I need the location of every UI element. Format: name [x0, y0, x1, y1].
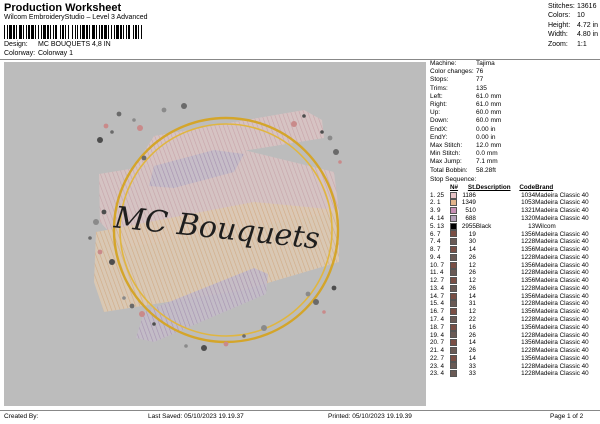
info-row: Total Bobbin: 58.28ft: [430, 166, 496, 174]
table-row: 16. 7 12 1356 Madeira Classic 40: [430, 308, 589, 316]
machine-info-panel: Machine: Tajima Color changes: 76 Stops: 77 Tr…: [430, 60, 598, 378]
last-saved: Last Saved: 05/10/2023 19.19.37: [148, 413, 244, 420]
table-row: 18. 7 16 1356 Madeira Classic 40: [430, 323, 589, 331]
color-swatch: [450, 230, 457, 238]
color-swatch: [450, 346, 457, 354]
info-row: Color changes: 76: [430, 68, 484, 76]
color-swatch: [450, 370, 457, 378]
color-swatch: [450, 246, 457, 253]
color-swatch: [450, 362, 457, 370]
info-row: Up: 60.0 mm: [430, 109, 502, 117]
color-swatch: [450, 199, 457, 207]
footer-divider: [0, 410, 600, 411]
table-row: 15. 4 31 1228 Madeira Classic 40: [430, 300, 589, 308]
table-row: 1. 25 1186 1034 Madeira Classic 40: [430, 191, 589, 199]
info-row: EndY: 0.00 in: [430, 133, 496, 141]
col-code: Code: [519, 184, 536, 192]
table-row: 17. 4 22 1228 Madeira Classic 40: [430, 315, 589, 323]
info-row: EndX: 0.00 in: [430, 125, 496, 133]
table-row: 10. 7 12 1356 Madeira Classic 40: [430, 261, 589, 269]
color-swatch: [450, 253, 457, 261]
color-swatch: [450, 238, 457, 246]
stat-width: Width: 4.80 in: [548, 31, 599, 39]
page-number: Page 1 of 2: [550, 413, 584, 420]
stat-height: Height: 4.72 in: [548, 21, 599, 29]
info-row: Min Stitch: 0.0 mm: [430, 150, 498, 158]
table-row: 2. 1 1349 1053 Madeira Classic 40: [430, 199, 589, 207]
color-swatch: [450, 284, 457, 292]
color-swatch: [450, 214, 457, 222]
color-swatch: [450, 222, 457, 230]
table-row: 9. 4 26 1228 Madeira Classic 40: [430, 253, 589, 261]
created-by: Created By:: [4, 413, 39, 420]
color-swatch: [450, 261, 457, 269]
table-row: 23. 4 33 1228 Madeira Classic 40: [430, 362, 589, 370]
table-row: 7. 4 30 1228 Madeira Classic 40: [430, 238, 589, 246]
stop-sequence-title: Stop Sequence:: [430, 175, 477, 183]
color-swatch: [450, 323, 457, 331]
design-stats: Stitches: 13616 Colors: 10 Height: 4.72 in …: [548, 2, 598, 49]
color-swatch: [450, 191, 457, 199]
table-row: 13. 4 26 1228 Madeira Classic 40: [430, 284, 589, 292]
info-row: Max Stitch: 12.0 mm: [430, 142, 502, 150]
table-row: 8. 7 14 1356 Madeira Classic 40: [430, 246, 589, 254]
software-name: Wilcom EmbroideryStudio – Level 3 Advanc…: [4, 14, 148, 21]
color-swatch: [450, 277, 457, 285]
printed-date: Printed: 05/10/2023 19.19.39: [328, 413, 412, 420]
info-row: Left: 61.0 mm: [430, 92, 502, 100]
color-swatch: [450, 315, 457, 323]
table-row: 3. 9 510 1321 Madeira Classic 40: [430, 207, 589, 215]
info-row: Max Jump: 7.1 mm: [430, 158, 498, 166]
info-row: Trims: 135: [430, 84, 487, 92]
col-st: St.: [467, 184, 476, 192]
stat-stitches: Stitches: 13616: [548, 3, 597, 10]
table-row: 14. 7 14 1356 Madeira Classic 40: [430, 292, 589, 300]
color-swatch: [450, 300, 457, 308]
stop-sequence-table: N# St. Description Code Brand 1. 25 1186 1…: [430, 184, 598, 378]
table-row: 4. 14 688 1320 Madeira Classic 40: [430, 214, 589, 223]
info-row: Down: 60.0 mm: [430, 117, 502, 125]
design-value: MC BOUQUETS 4,8 IN: [38, 41, 111, 48]
color-swatch: [450, 339, 457, 347]
color-swatch: [450, 331, 457, 339]
barcode: [4, 25, 142, 39]
design-preview: MC Bouquets: [4, 62, 426, 406]
color-swatch: [450, 308, 457, 316]
table-row: 19. 4 26 1228 Madeira Classic 40: [430, 331, 589, 339]
info-row: Machine: Tajima: [430, 60, 495, 67]
stat-colors: Colors: 10: [548, 12, 585, 20]
design-label: Design:: [4, 41, 28, 48]
col-n: N#: [450, 184, 459, 192]
colorway-row: Colorway: Colorway 1: [4, 50, 73, 57]
table-row: 11. 4 26 1228 Madeira Classic 40: [430, 269, 589, 277]
color-swatch: [450, 354, 457, 362]
embroidery-design: MC Bouquets: [88, 103, 342, 351]
table-row: 21. 4 26 1228 Madeira Classic 40: [430, 346, 589, 355]
col-brand: Brand: [535, 184, 554, 192]
table-header-row: N# St. Description Code Brand: [430, 184, 598, 192]
info-row: Stops: 77: [430, 76, 484, 84]
color-swatch: [450, 292, 457, 300]
design-row: Design: MC BOUQUETS 4,8 IN: [4, 41, 111, 48]
colorway-value: Colorway 1: [38, 50, 74, 57]
page-title: Production Worksheet: [4, 2, 122, 14]
info-row: Right: 61.0 mm: [430, 101, 502, 109]
table-row: 20. 7 14 1356 Madeira Classic 40: [430, 339, 589, 347]
table-row: 12. 7 12 1356 Madeira Classic 40: [430, 277, 589, 285]
table-row: 5. 13 2955 Black 13 Wilcom: [430, 222, 556, 230]
color-swatch: [450, 207, 457, 215]
table-row: 23. 4 33 1228 Madeira Classic 40: [430, 370, 589, 378]
color-swatch: [450, 269, 457, 277]
col-description: Description: [475, 184, 511, 192]
table-row: 22. 7 14 1356 Madeira Classic 40: [430, 354, 589, 362]
colorway-label: Colorway:: [4, 50, 36, 57]
table-row: 6. 7 19 1356 Madeira Classic 40: [430, 230, 589, 238]
stat-zoom: Zoom: 1:1: [548, 40, 587, 48]
